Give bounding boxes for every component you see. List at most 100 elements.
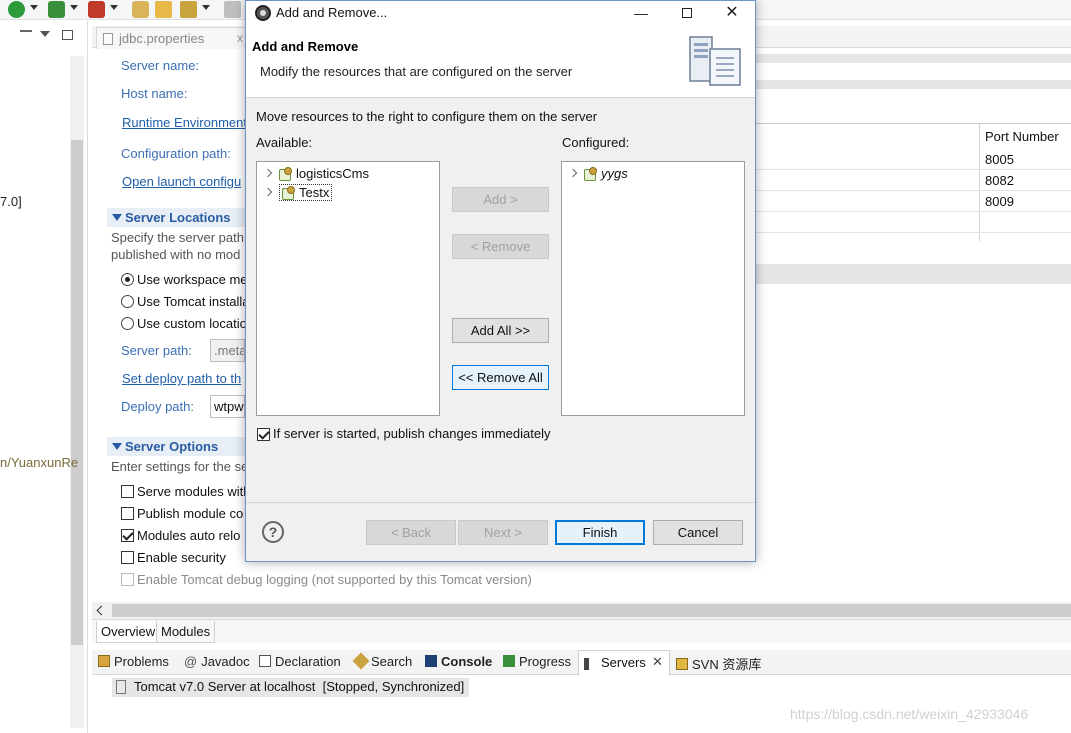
- tomcat-server-icon: [116, 680, 126, 694]
- run-icon[interactable]: [8, 1, 25, 18]
- table-row[interactable]: [755, 212, 1071, 233]
- problems-icon: [98, 655, 110, 667]
- server-locations-desc-1: Specify the server path: [111, 230, 244, 245]
- maximize-icon[interactable]: [62, 30, 73, 40]
- remove-button[interactable]: < Remove: [452, 234, 549, 259]
- minimize-icon[interactable]: [20, 30, 32, 32]
- server-path-field[interactable]: .meta: [210, 339, 245, 362]
- expand-chevron-icon[interactable]: [263, 187, 273, 197]
- tree-fragment-version: 7.0]: [0, 194, 22, 209]
- open-launch-configuration-link[interactable]: Open launch configu: [122, 174, 241, 189]
- port-value[interactable]: 8005: [985, 152, 1014, 167]
- debug-dropdown-icon[interactable]: [70, 5, 78, 10]
- run-dropdown-icon[interactable]: [30, 5, 38, 10]
- minimize-window-icon[interactable]: —: [632, 4, 650, 22]
- dialog-titlebar[interactable]: Add and Remove... — ✕: [246, 1, 755, 25]
- left-scrollbar-thumb[interactable]: [71, 140, 83, 645]
- server-locations-header[interactable]: Server Locations: [107, 208, 245, 227]
- project-name: Testx: [299, 185, 330, 200]
- port-number-header[interactable]: Port Number: [985, 129, 1059, 144]
- external-tools-dropdown-icon[interactable]: [110, 5, 118, 10]
- table-row[interactable]: 8005: [755, 149, 1071, 170]
- tab-overview[interactable]: Overview: [96, 621, 161, 643]
- enable-security-checkbox[interactable]: [121, 551, 134, 564]
- eclipse-icon: [255, 5, 271, 21]
- server-options-desc: Enter settings for the se: [111, 459, 249, 474]
- port-value[interactable]: 8082: [985, 173, 1014, 188]
- tab-jdbc-properties[interactable]: jdbc.properties x: [96, 27, 248, 49]
- open-folder-icon[interactable]: [155, 1, 172, 18]
- runtime-environment-link[interactable]: Runtime Environment: [122, 115, 247, 130]
- next-button[interactable]: Next >: [458, 520, 548, 545]
- publish-module-checkbox[interactable]: [121, 507, 134, 520]
- new-server-icon[interactable]: [132, 1, 149, 18]
- serve-modules-checkbox[interactable]: [121, 485, 134, 498]
- tab-servers[interactable]: Servers ✕: [578, 650, 670, 676]
- focused-item: Testx: [279, 184, 333, 201]
- table-row[interactable]: 8082: [755, 170, 1071, 191]
- configured-list[interactable]: yygs: [561, 161, 745, 416]
- tab-search-label: Search: [371, 654, 413, 669]
- table-row[interactable]: 8009: [755, 191, 1071, 212]
- at-icon: @: [184, 654, 198, 669]
- tab-modules[interactable]: Modules: [156, 621, 216, 643]
- section-bar: [755, 54, 1071, 63]
- tree-fragment-path: n/YuanxunRe: [0, 455, 79, 470]
- progress-icon: [503, 655, 515, 667]
- debug-icon[interactable]: [48, 1, 65, 18]
- view-menu-icon[interactable]: [40, 31, 50, 37]
- tab-javadoc[interactable]: @ Javadoc: [184, 654, 250, 669]
- flashlight-icon: [352, 652, 370, 670]
- publish-immediately-checkbox[interactable]: [257, 428, 270, 441]
- cancel-button[interactable]: Cancel: [653, 520, 743, 545]
- deploy-path-field[interactable]: wtpw: [210, 395, 245, 418]
- tab-svn-repositories[interactable]: SVN 资源库: [676, 654, 761, 673]
- back-button[interactable]: < Back: [366, 520, 456, 545]
- expand-chevron-icon[interactable]: [263, 168, 273, 178]
- add-all-button[interactable]: Add All >>: [452, 318, 549, 343]
- tab-problems[interactable]: Problems: [98, 654, 169, 669]
- radio-custom-location[interactable]: [121, 317, 134, 330]
- close-window-icon[interactable]: ✕: [723, 4, 741, 22]
- available-list[interactable]: logisticsCms Testx: [256, 161, 440, 416]
- list-item[interactable]: yygs: [568, 165, 628, 182]
- modules-auto-reload-checkbox[interactable]: [121, 529, 134, 542]
- tab-problems-label: Problems: [114, 654, 169, 669]
- server-entry-row[interactable]: Tomcat v7.0 Server at localhost [Stopped…: [112, 678, 469, 697]
- close-icon[interactable]: x: [237, 31, 243, 45]
- remove-all-button[interactable]: << Remove All: [452, 365, 549, 390]
- radio-workspace-metadata[interactable]: [121, 273, 134, 286]
- svn-icon: [676, 658, 688, 670]
- maximize-window-icon[interactable]: [678, 4, 696, 22]
- publish-immediately-label: If server is started, publish changes im…: [273, 426, 551, 441]
- radio-tomcat-label: Use Tomcat installa: [137, 294, 250, 309]
- tab-declaration[interactable]: Declaration: [259, 654, 341, 669]
- debug-logging-label: Enable Tomcat debug logging (not support…: [137, 572, 532, 587]
- save-all-icon[interactable]: [224, 1, 241, 18]
- tab-javadoc-label: Javadoc: [201, 654, 250, 669]
- external-tools-icon[interactable]: [88, 1, 105, 18]
- watermark: https://blog.csdn.net/weixin_42933046: [790, 706, 1029, 722]
- server-path-label: Server path:: [121, 343, 192, 358]
- expand-chevron-icon[interactable]: [568, 168, 578, 178]
- finish-button[interactable]: Finish: [555, 520, 645, 545]
- port-value[interactable]: 8009: [985, 194, 1014, 209]
- close-icon[interactable]: ✕: [652, 654, 663, 670]
- server-options-header[interactable]: Server Options: [107, 437, 245, 456]
- configuration-path-label: Configuration path:: [121, 146, 231, 161]
- set-deploy-path-link[interactable]: Set deploy path to th: [122, 371, 241, 386]
- instruction-text: Move resources to the right to configure…: [256, 109, 598, 124]
- add-button[interactable]: Add >: [452, 187, 549, 212]
- list-item[interactable]: Testx: [263, 184, 333, 201]
- help-icon[interactable]: ?: [262, 521, 284, 543]
- tab-progress[interactable]: Progress: [503, 654, 571, 669]
- console-icon: [425, 655, 437, 667]
- list-item[interactable]: logisticsCms: [263, 165, 369, 182]
- radio-tomcat-installation[interactable]: [121, 295, 134, 308]
- tab-console[interactable]: Console: [425, 654, 492, 669]
- editor-scrollbar-thumb[interactable]: [112, 604, 1071, 617]
- tab-search[interactable]: Search: [352, 652, 413, 670]
- tab-progress-label: Progress: [519, 654, 572, 669]
- wrench-icon[interactable]: [180, 1, 197, 18]
- wrench-dropdown-icon[interactable]: [202, 5, 210, 10]
